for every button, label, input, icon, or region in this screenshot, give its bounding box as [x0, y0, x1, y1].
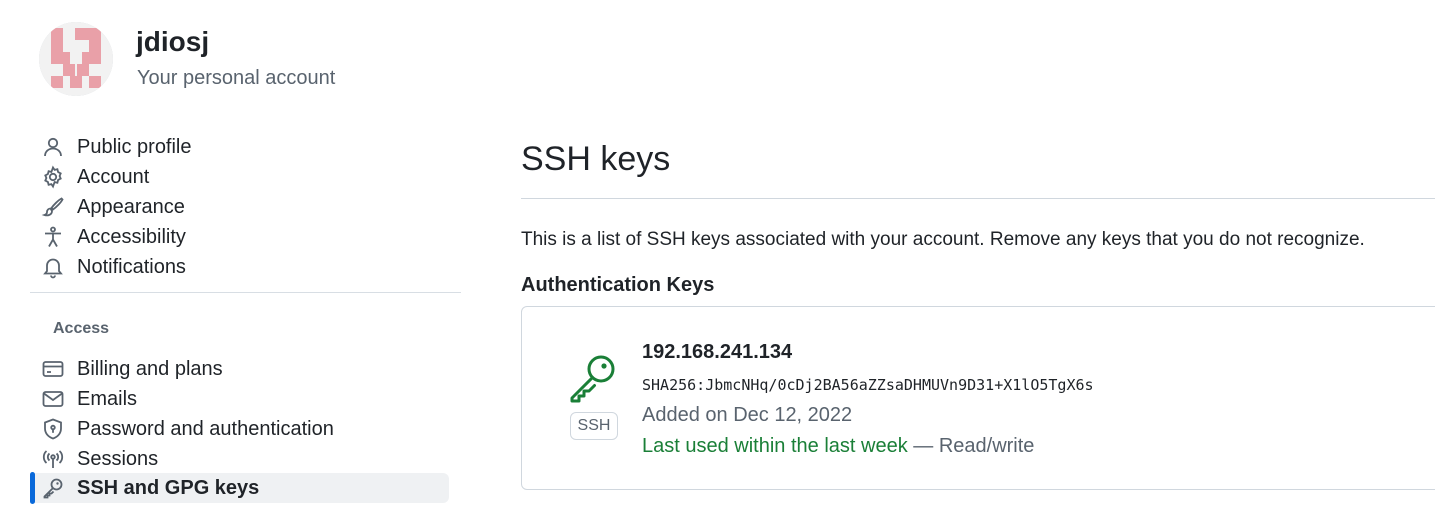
bell-icon: [40, 254, 66, 280]
ssh-key-card: [521, 306, 1435, 490]
sidebar-item-label: Billing and plans: [77, 357, 223, 380]
sidebar-item-emails[interactable]: Emails: [30, 384, 449, 414]
paintbrush-icon: [40, 194, 66, 220]
key-icon: [40, 475, 66, 501]
sidebar-item-label: Emails: [77, 387, 138, 410]
ssh-key-usage: Last used within the last week — Read/wr…: [642, 435, 1034, 458]
sidebar-item-label: Appearance: [77, 195, 185, 218]
sidebar-item-billing[interactable]: Billing and plans: [30, 354, 449, 384]
sidebar-item-notifications[interactable]: Notifications: [30, 252, 449, 282]
sidebar-section-access: Access: [53, 320, 110, 337]
ssh-key-added-date: Added on Dec 12, 2022: [642, 404, 853, 426]
authentication-keys-heading: Authentication Keys: [521, 274, 715, 296]
account-subtitle: Your personal account: [137, 67, 336, 89]
usage-separator: —: [907, 435, 939, 457]
sidebar-item-accessibility[interactable]: Accessibility: [30, 222, 449, 252]
ssh-badge: SSH: [570, 412, 618, 440]
active-indicator: [30, 472, 35, 504]
broadcast-icon: [40, 446, 66, 472]
person-icon: [40, 134, 66, 160]
access-level: Read/write: [938, 435, 1035, 457]
ssh-key-fingerprint: SHA256:JbmcNHq/0cDj2BA56aZZsaDHMUVn9D31+…: [642, 376, 1094, 394]
sidebar-item-sessions[interactable]: Sessions: [30, 444, 449, 474]
sidebar-item-label: Accessibility: [77, 225, 186, 248]
page-title: SSH keys: [521, 140, 671, 178]
last-used-text: Last used within the last week: [642, 435, 908, 457]
sidebar-item-label: Password and authentication: [77, 417, 334, 440]
credit-card-icon: [40, 356, 66, 382]
avatar[interactable]: [39, 22, 113, 96]
sidebar-item-account[interactable]: Account: [30, 162, 449, 192]
account-username: jdiosj: [136, 26, 210, 57]
accessibility-icon: [40, 224, 66, 250]
title-divider: [521, 198, 1435, 199]
page-description: This is a list of SSH keys associated wi…: [521, 229, 1365, 250]
identicon-icon: [39, 22, 113, 96]
mail-icon: [40, 386, 66, 412]
gear-icon: [40, 164, 66, 190]
sidebar-item-password-auth[interactable]: Password and authentication: [30, 414, 449, 444]
sidebar-item-label: Sessions: [77, 447, 159, 470]
sidebar-item-label: Account: [77, 165, 150, 188]
shield-lock-icon: [40, 416, 66, 442]
sidebar-item-label: Public profile: [77, 135, 192, 158]
key-icon: [568, 352, 620, 404]
sidebar-item-appearance[interactable]: Appearance: [30, 192, 449, 222]
sidebar-item-label: SSH and GPG keys: [77, 476, 260, 499]
settings-page: jdiosj Your personal account Public prof…: [0, 0, 1435, 512]
ssh-key-title: 192.168.241.134: [642, 341, 793, 363]
sidebar-divider: [30, 292, 461, 293]
sidebar-item-public-profile[interactable]: Public profile: [30, 132, 449, 162]
sidebar-item-label: Notifications: [77, 255, 186, 278]
sidebar-item-ssh-gpg-keys[interactable]: SSH and GPG keys: [30, 473, 449, 503]
